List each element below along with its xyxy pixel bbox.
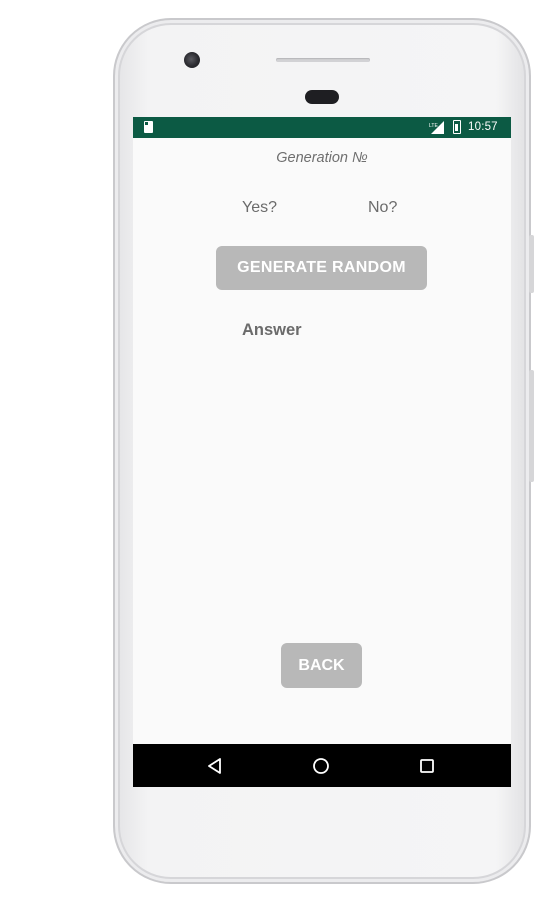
phone-screen: LTE 10:57 Generation № Yes? No? GENERATE… (133, 117, 511, 787)
generation-title: Generation № (276, 150, 368, 166)
proximity-sensor (305, 90, 339, 104)
navigation-bar (133, 744, 511, 787)
answer-text: Answer (242, 321, 302, 339)
home-circle-icon[interactable] (311, 756, 331, 776)
yes-label: Yes? (242, 199, 277, 216)
battery-icon (453, 120, 461, 134)
sd-card-icon (144, 121, 153, 133)
status-time: 10:57 (468, 121, 498, 133)
front-camera (184, 52, 200, 68)
back-triangle-icon[interactable] (205, 756, 225, 776)
generate-random-button[interactable]: GENERATE RANDOM (216, 246, 427, 290)
power-button (529, 235, 534, 293)
earpiece-speaker (276, 58, 370, 62)
no-label: No? (368, 199, 398, 216)
recents-square-icon[interactable] (417, 756, 437, 776)
signal-icon: LTE (429, 121, 444, 134)
status-bar: LTE 10:57 (133, 117, 511, 138)
volume-button (529, 370, 534, 482)
svg-text:LTE: LTE (429, 123, 438, 129)
back-button[interactable]: BACK (281, 643, 362, 688)
